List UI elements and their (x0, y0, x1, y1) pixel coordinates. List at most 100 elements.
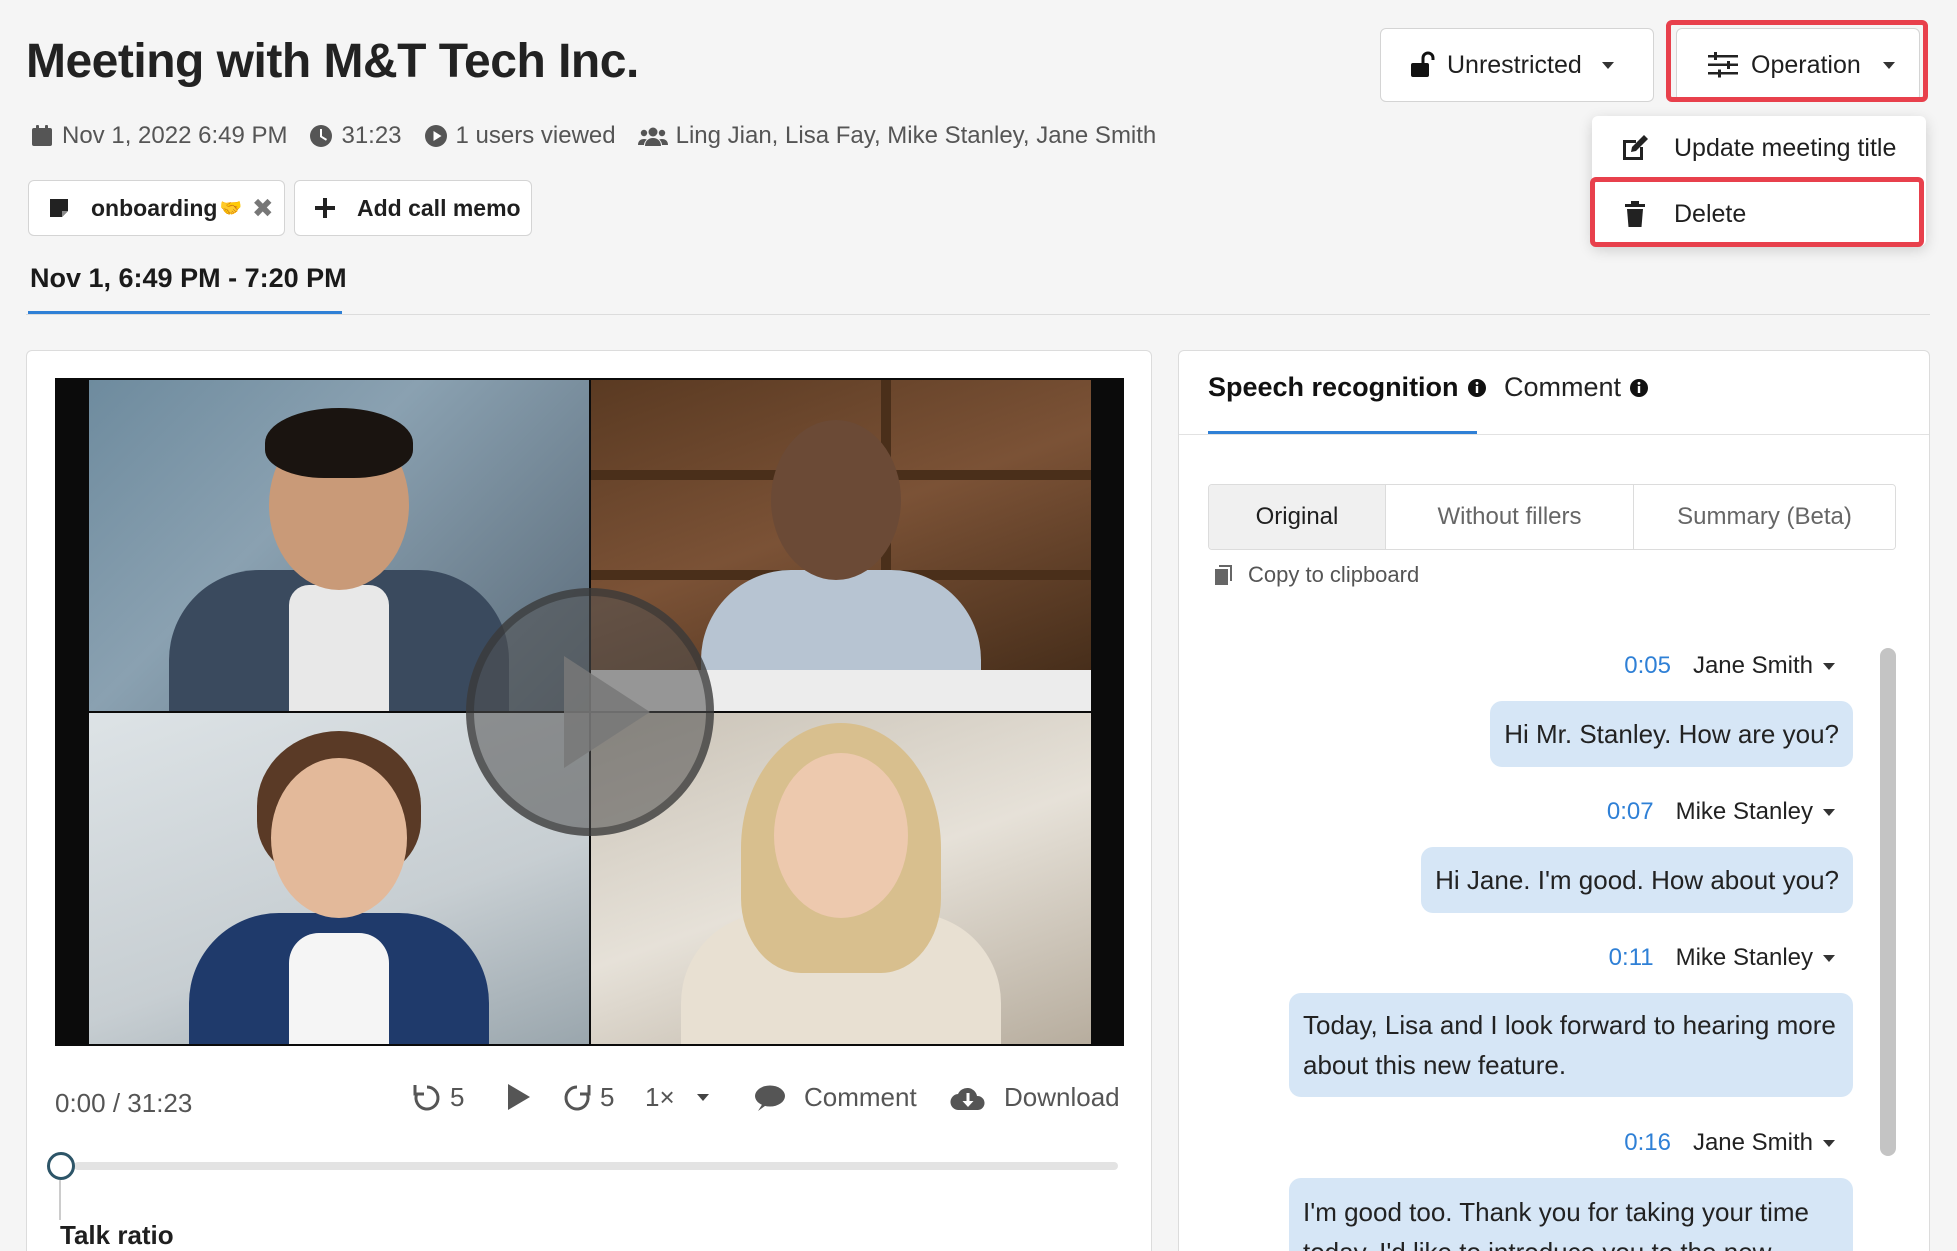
update-meeting-title-item[interactable]: Update meeting title (1592, 118, 1926, 178)
download-label: Download (1004, 1082, 1120, 1112)
message-speaker[interactable]: Mike Stanley (1676, 798, 1813, 826)
chevron-down-icon (1882, 61, 1895, 69)
meeting-participants-text: Ling Jian, Lisa Fay, Mike Stanley, Jane … (675, 122, 1157, 149)
chevron-down-icon[interactable] (1823, 662, 1835, 670)
cloud-download-icon (950, 1087, 985, 1110)
trash-icon (1625, 201, 1645, 227)
tabs-divider (1179, 434, 1929, 435)
info-icon (1467, 378, 1486, 397)
operation-label: Operation (1751, 50, 1861, 79)
message-timestamp[interactable]: 0:05 (1624, 652, 1671, 680)
comment-button[interactable]: Comment (754, 1082, 917, 1113)
progress-marker-line (59, 1180, 61, 1220)
talk-ratio-heading: Talk ratio (60, 1220, 174, 1250)
add-call-memo-button[interactable]: Add call memo (294, 180, 532, 236)
message-bubble: Hi Jane. I'm good. How about you? (1421, 847, 1853, 913)
participant-head (271, 758, 407, 918)
chevron-down-icon (696, 1094, 709, 1101)
chevron-down-icon (1601, 61, 1614, 69)
message-bubble: Today, Lisa and I look forward to hearin… (1289, 993, 1853, 1097)
message-header: 0:11 Mike Stanley (1609, 944, 1835, 972)
calendar-icon (32, 125, 52, 146)
message-header: 0:07 Mike Stanley (1607, 798, 1835, 826)
progress-handle[interactable] (47, 1152, 75, 1180)
meeting-views: 1 users viewed (424, 122, 616, 150)
message-speaker[interactable]: Mike Stanley (1676, 944, 1813, 972)
play-icon (564, 656, 650, 768)
tab-speech-recognition-label: Speech recognition (1208, 372, 1459, 402)
visibility-dropdown[interactable]: Unrestricted (1380, 28, 1654, 102)
rewind-button[interactable]: 5 (412, 1082, 464, 1113)
copy-to-clipboard-label: Copy to clipboard (1248, 562, 1420, 587)
player-time: 0:00 / 31:23 (55, 1088, 193, 1118)
speed-dropdown[interactable]: 1× (645, 1082, 709, 1113)
play-button[interactable] (506, 1082, 532, 1112)
edit-icon (1623, 135, 1648, 160)
tag-label: onboarding (91, 194, 218, 221)
forward-seconds: 5 (600, 1082, 615, 1112)
rewind-seconds: 5 (450, 1082, 465, 1112)
message-timestamp[interactable]: 0:07 (1607, 798, 1654, 826)
unlock-icon (1411, 51, 1435, 77)
copy-icon (1215, 565, 1232, 585)
message-header: 0:05 Jane Smith (1624, 652, 1835, 680)
add-call-memo-label: Add call memo (357, 194, 521, 221)
meeting-duration-text: 31:23 (341, 122, 402, 149)
copy-to-clipboard-button[interactable]: Copy to clipboard (1214, 562, 1419, 588)
meeting-date-text: Nov 1, 2022 6:49 PM (62, 122, 288, 149)
visibility-label: Unrestricted (1447, 50, 1582, 79)
message-bubble: Hi Mr. Stanley. How are you? (1490, 701, 1853, 767)
view-without-fillers-button[interactable]: Without fillers (1386, 485, 1634, 549)
message-speaker[interactable]: Jane Smith (1693, 1129, 1813, 1157)
message-speaker[interactable]: Jane Smith (1693, 652, 1813, 680)
session-range-tab[interactable]: Nov 1, 6:49 PM - 7:20 PM (30, 263, 347, 294)
tag-onboarding[interactable]: onboarding 🤝 ✖ (28, 180, 285, 236)
participant-hair (265, 408, 413, 478)
users-icon (637, 127, 668, 146)
tab-speech-recognition[interactable]: Speech recognition (1208, 372, 1487, 403)
transcript-view-switch: Original Without fillers Summary (Beta) (1208, 484, 1896, 550)
remove-tag-icon[interactable]: ✖ (252, 193, 274, 224)
comment-icon (755, 1085, 785, 1111)
view-original-button[interactable]: Original (1209, 485, 1386, 549)
tab-comment[interactable]: Comment (1504, 372, 1649, 403)
clock-icon (310, 125, 333, 147)
video-play-overlay[interactable] (466, 588, 714, 836)
meeting-meta: Nov 1, 2022 6:49 PM 31:23 1 users viewed… (30, 122, 1178, 150)
participant-head (771, 420, 901, 580)
chevron-down-icon[interactable] (1823, 808, 1835, 816)
sticky-note-icon (50, 199, 68, 217)
message-header: 0:16 Jane Smith (1624, 1129, 1835, 1157)
sliders-icon (1708, 52, 1738, 78)
message-bubble: I'm good too. Thank you for taking your … (1289, 1178, 1853, 1251)
progress-track[interactable] (74, 1162, 1118, 1170)
forward-button[interactable]: 5 (562, 1082, 614, 1113)
participant-head (774, 753, 908, 918)
info-icon (1630, 378, 1649, 397)
handshake-icon: 🤝 (219, 197, 242, 218)
tab-comment-label: Comment (1504, 372, 1622, 402)
meeting-views-text: 1 users viewed (455, 122, 616, 149)
play-circle-icon (424, 125, 447, 147)
view-summary-button[interactable]: Summary (Beta) (1634, 485, 1895, 549)
download-button[interactable]: Download (950, 1082, 1120, 1113)
meeting-duration: 31:23 (309, 122, 402, 150)
transcript-scrollbar[interactable] (1880, 648, 1896, 1156)
video-player[interactable] (55, 378, 1124, 1046)
operation-dropdown[interactable]: Operation (1676, 28, 1920, 102)
delete-label: Delete (1674, 199, 1747, 228)
participant-shirt (289, 585, 389, 711)
speed-label: 1× (645, 1082, 675, 1112)
chevron-down-icon[interactable] (1823, 1139, 1835, 1147)
plus-icon (315, 198, 335, 218)
message-timestamp[interactable]: 0:11 (1609, 944, 1654, 972)
forward-icon (564, 1084, 591, 1110)
play-icon (508, 1084, 530, 1110)
page-title: Meeting with M&T Tech Inc. (26, 35, 639, 88)
message-timestamp[interactable]: 0:16 (1624, 1129, 1671, 1157)
rewind-icon (413, 1084, 440, 1110)
update-meeting-title-label: Update meeting title (1674, 133, 1897, 162)
chevron-down-icon[interactable] (1823, 954, 1835, 962)
delete-item[interactable]: Delete (1592, 184, 1926, 244)
meeting-participants: Ling Jian, Lisa Fay, Mike Stanley, Jane … (637, 122, 1157, 150)
